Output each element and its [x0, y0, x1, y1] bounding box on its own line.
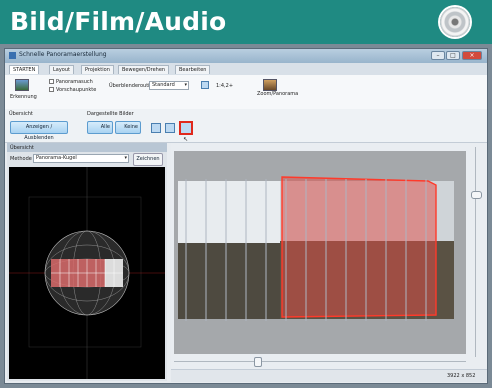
- window-title: Schnelle Panoramaerstellung: [19, 51, 107, 58]
- show-all-button[interactable]: Alle: [87, 121, 113, 134]
- tab-layout[interactable]: Layout: [49, 65, 74, 74]
- show-none-button[interactable]: Keine: [115, 121, 141, 134]
- ribbon-tabs: STARTEN Layout Projektion Bewegen/Drehen…: [5, 63, 487, 75]
- close-button[interactable]: ×: [462, 51, 482, 60]
- horizontal-slider[interactable]: [174, 357, 466, 367]
- cd-icon: [440, 7, 470, 37]
- chevron-down-icon: ▾: [184, 82, 187, 88]
- size-icon[interactable]: [201, 81, 209, 89]
- minimize-button[interactable]: –: [431, 51, 445, 60]
- method-label: Methode: [10, 156, 32, 162]
- images-group-label: Dargestellte Bilder: [87, 111, 134, 117]
- mode-select-value: Standard: [152, 82, 175, 88]
- app-icon: [9, 52, 16, 59]
- view-option-2[interactable]: [165, 123, 175, 133]
- slider-thumb[interactable]: [471, 191, 482, 199]
- vorschau-check-label: Vorschaupunkte: [56, 87, 97, 93]
- method-select-value: Panorama-Kugel: [36, 155, 77, 161]
- overview-group-label: Übersicht: [9, 111, 33, 117]
- panorama-svg: [174, 151, 466, 354]
- app-window: Schnelle Panoramaerstellung – □ × STARTE…: [4, 48, 488, 384]
- view-option-3-highlighted[interactable]: [179, 121, 193, 135]
- tab-projektion[interactable]: Projektion: [81, 65, 114, 74]
- erkennung-label[interactable]: Erkennung: [10, 94, 37, 100]
- show-none-label: Keine: [124, 124, 138, 130]
- sphere-svg: [9, 167, 165, 379]
- show-hide-button[interactable]: Anzeigen / Ausblenden: [10, 121, 68, 141]
- draw-button[interactable]: Zeichnen: [133, 153, 163, 166]
- section-banner: Bild/Film/Audio: [0, 0, 492, 44]
- tab-starten[interactable]: STARTEN: [9, 65, 40, 74]
- show-all-label: Alle: [100, 124, 110, 130]
- pane-title: Übersicht: [10, 145, 34, 151]
- panorama-editor-pane: 3922 x 852: [171, 143, 487, 382]
- window-titlebar: Schnelle Panoramaerstellung – □ ×: [5, 49, 487, 63]
- maximize-button[interactable]: □: [446, 51, 460, 60]
- mode-select[interactable]: Standard ▾: [149, 81, 189, 90]
- zoom-panorama-icon[interactable]: [263, 79, 277, 91]
- panorama-check-label: Panoramasuch: [56, 79, 93, 85]
- vertical-zoom-slider[interactable]: [471, 147, 482, 357]
- status-bar: 3922 x 852: [171, 369, 487, 382]
- view-option-1[interactable]: [151, 123, 161, 133]
- overview-pane: Übersicht Methode Panorama-Kugel ▾ Zeichn…: [7, 143, 167, 381]
- cursor-icon: ↖: [183, 136, 189, 143]
- slider-track: [475, 147, 476, 357]
- sphere-preview[interactable]: [9, 167, 165, 379]
- banner-title: Bild/Film/Audio: [10, 7, 227, 36]
- vorschau-checkbox[interactable]: [49, 87, 54, 92]
- pane-header: Übersicht: [7, 143, 167, 152]
- method-select[interactable]: Panorama-Kugel ▾: [33, 154, 129, 163]
- tab-bewegen[interactable]: Bewegen/Drehen: [118, 65, 170, 74]
- hslider-thumb[interactable]: [254, 357, 262, 367]
- panorama-size: 3922 x 852: [447, 373, 476, 379]
- chevron-down-icon: ▾: [124, 155, 127, 161]
- panorama-checkbox[interactable]: [49, 79, 54, 84]
- zoom-label: Zoom/Panorama: [257, 91, 299, 97]
- tab-bearbeiten[interactable]: Bearbeiten: [175, 65, 211, 74]
- hslider-track: [174, 361, 466, 362]
- image-icon: [15, 79, 29, 91]
- panorama-viewport[interactable]: [174, 151, 466, 354]
- size-value: 1:4,2+: [216, 83, 234, 89]
- toolbar: Übersicht Anzeigen / Ausblenden Dargeste…: [5, 109, 487, 143]
- ribbon: Erkennung Panoramasuch Vorschaupunkte Üb…: [5, 75, 487, 110]
